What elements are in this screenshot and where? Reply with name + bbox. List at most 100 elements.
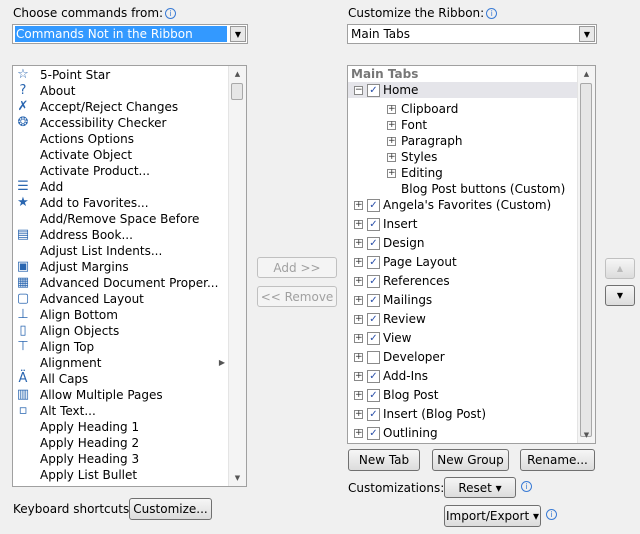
list-item[interactable]: ▯ Align Objects <box>13 323 229 339</box>
chevron-down-icon[interactable]: ▼ <box>230 26 246 42</box>
customize-shortcuts-button[interactable]: Customize... <box>129 498 212 520</box>
checkbox[interactable]: ✓ <box>367 408 380 421</box>
expand-icon[interactable]: + <box>387 169 396 178</box>
checkbox[interactable]: ✓ <box>367 389 380 402</box>
checkbox[interactable]: ✓ <box>367 256 380 269</box>
checkbox[interactable]: ✓ <box>367 370 380 383</box>
scroll-thumb[interactable] <box>580 83 592 437</box>
list-item[interactable]: ? About <box>13 83 229 99</box>
checkbox[interactable]: ✓ <box>367 84 380 97</box>
tree-tab[interactable]: + ✓ Design <box>348 235 577 251</box>
ribbon-tree[interactable]: Main Tabs − ✓ Home + Clipboard + Font + Paragrap… <box>347 65 596 444</box>
tree-tab[interactable]: + ✓ Mailings <box>348 292 577 308</box>
expand-icon[interactable]: + <box>387 137 396 146</box>
tree-item-home[interactable]: − ✓ Home <box>348 82 577 98</box>
scroll-up-icon[interactable]: ▲ <box>578 66 595 82</box>
expand-icon[interactable]: + <box>354 220 363 229</box>
scrollbar[interactable]: ▲ ▼ <box>577 66 595 443</box>
checkbox[interactable]: ✓ <box>367 313 380 326</box>
list-item[interactable]: Apply Heading 1 <box>13 419 229 435</box>
list-item[interactable]: Apply List Bullet <box>13 467 229 483</box>
tree-tab[interactable]: + ✓ References <box>348 273 577 289</box>
tree-group[interactable]: + Font <box>348 117 548 133</box>
move-down-button[interactable]: ▼ <box>605 285 635 306</box>
expand-icon[interactable]: + <box>354 258 363 267</box>
collapse-icon[interactable]: − <box>354 86 363 95</box>
checkbox[interactable]: ✓ <box>367 237 380 250</box>
expand-icon[interactable]: + <box>354 429 363 438</box>
list-item[interactable]: ▫ Alt Text... <box>13 403 229 419</box>
add-button[interactable]: Add >> <box>257 257 337 278</box>
list-item[interactable]: ⊥ Align Bottom <box>13 307 229 323</box>
expand-icon[interactable]: + <box>354 239 363 248</box>
list-item[interactable]: ⊤ Align Top <box>13 339 229 355</box>
customize-ribbon-dropdown[interactable]: Main Tabs ▼ <box>347 24 597 44</box>
tree-tab[interactable]: + ✓ Add-Ins <box>348 368 577 384</box>
checkbox[interactable]: ✓ <box>367 332 380 345</box>
expand-icon[interactable]: + <box>354 410 363 419</box>
tree-tab[interactable]: + ✓ Angela's Favorites (Custom) <box>348 197 577 213</box>
list-item[interactable]: ★ Add to Favorites... <box>13 195 229 211</box>
list-item[interactable]: Ä All Caps <box>13 371 229 387</box>
list-item[interactable]: Apply Heading 2 <box>13 435 229 451</box>
list-item[interactable]: ▤ Address Book... <box>13 227 229 243</box>
expand-icon[interactable]: + <box>354 391 363 400</box>
expand-icon[interactable]: + <box>354 277 363 286</box>
expand-icon[interactable]: + <box>354 372 363 381</box>
expand-icon[interactable]: + <box>354 201 363 210</box>
commands-from-dropdown[interactable]: Commands Not in the Ribbon ▼ <box>12 24 248 44</box>
scroll-down-icon[interactable]: ▼ <box>578 427 595 443</box>
tree-group-custom[interactable]: Blog Post buttons (Custom) <box>401 181 565 197</box>
chevron-down-icon[interactable]: ▼ <box>579 26 595 42</box>
checkbox[interactable] <box>367 351 380 364</box>
expand-icon[interactable]: + <box>354 334 363 343</box>
scroll-down-icon[interactable]: ▼ <box>229 470 246 486</box>
remove-button[interactable]: << Remove <box>257 286 337 307</box>
tree-tab[interactable]: + ✓ View <box>348 330 577 346</box>
tree-tab[interactable]: + ✓ Outlining <box>348 425 577 441</box>
list-item[interactable]: ✗ Accept/Reject Changes <box>13 99 229 115</box>
commands-list[interactable]: ☆ 5-Point Star? About ✗ Accept/Reject Change… <box>12 65 247 487</box>
list-item[interactable]: ▥ Allow Multiple Pages <box>13 387 229 403</box>
tree-tab[interactable]: + ✓ Review <box>348 311 577 327</box>
list-item[interactable]: ☰ Add <box>13 179 229 195</box>
tree-tab[interactable]: + Developer <box>348 349 577 365</box>
list-item[interactable]: Activate Product... <box>13 163 229 179</box>
reset-button[interactable]: Reset ▾ <box>444 477 516 498</box>
tree-tab[interactable]: + ✓ Insert <box>348 216 577 232</box>
expand-icon[interactable]: + <box>387 121 396 130</box>
list-item[interactable]: Add/Remove Space Before <box>13 211 229 227</box>
tree-group[interactable]: + Paragraph <box>348 133 548 149</box>
tree-group[interactable]: + Clipboard <box>348 101 548 117</box>
tree-group[interactable]: + Editing <box>348 165 548 181</box>
list-item[interactable]: Activate Object <box>13 147 229 163</box>
scrollbar[interactable]: ▲ ▼ <box>228 66 246 486</box>
tree-tab[interactable]: + ✓ Insert (Blog Post) <box>348 406 577 422</box>
list-item[interactable]: ❂ Accessibility Checker <box>13 115 229 131</box>
checkbox[interactable]: ✓ <box>367 199 380 212</box>
move-up-button[interactable]: ▲ <box>605 258 635 279</box>
tree-group[interactable]: + Styles <box>348 149 548 165</box>
new-tab-button[interactable]: New Tab <box>348 449 420 471</box>
list-item[interactable]: ▦ Advanced Document Proper... <box>13 275 229 291</box>
list-item[interactable]: Adjust List Indents... <box>13 243 229 259</box>
expand-icon[interactable]: + <box>354 296 363 305</box>
checkbox[interactable]: ✓ <box>367 427 380 440</box>
list-item[interactable]: Alignment ▶ <box>13 355 229 371</box>
checkbox[interactable]: ✓ <box>367 218 380 231</box>
new-group-button[interactable]: New Group <box>432 449 509 471</box>
rename-button[interactable]: Rename... <box>520 449 595 471</box>
scroll-up-icon[interactable]: ▲ <box>229 66 246 82</box>
list-item[interactable]: Apply Heading 3 <box>13 451 229 467</box>
list-item[interactable]: ☆ 5-Point Star <box>13 67 229 83</box>
tree-tab[interactable]: + ✓ Blog Post <box>348 387 577 403</box>
tree-tab[interactable]: + ✓ Page Layout <box>348 254 577 270</box>
checkbox[interactable]: ✓ <box>367 294 380 307</box>
scroll-thumb[interactable] <box>231 83 243 100</box>
list-item[interactable]: Actions Options <box>13 131 229 147</box>
checkbox[interactable]: ✓ <box>367 275 380 288</box>
expand-icon[interactable]: + <box>387 153 396 162</box>
expand-icon[interactable]: + <box>354 315 363 324</box>
list-item[interactable]: ▣ Adjust Margins <box>13 259 229 275</box>
import-export-button[interactable]: Import/Export ▾ <box>444 505 541 527</box>
